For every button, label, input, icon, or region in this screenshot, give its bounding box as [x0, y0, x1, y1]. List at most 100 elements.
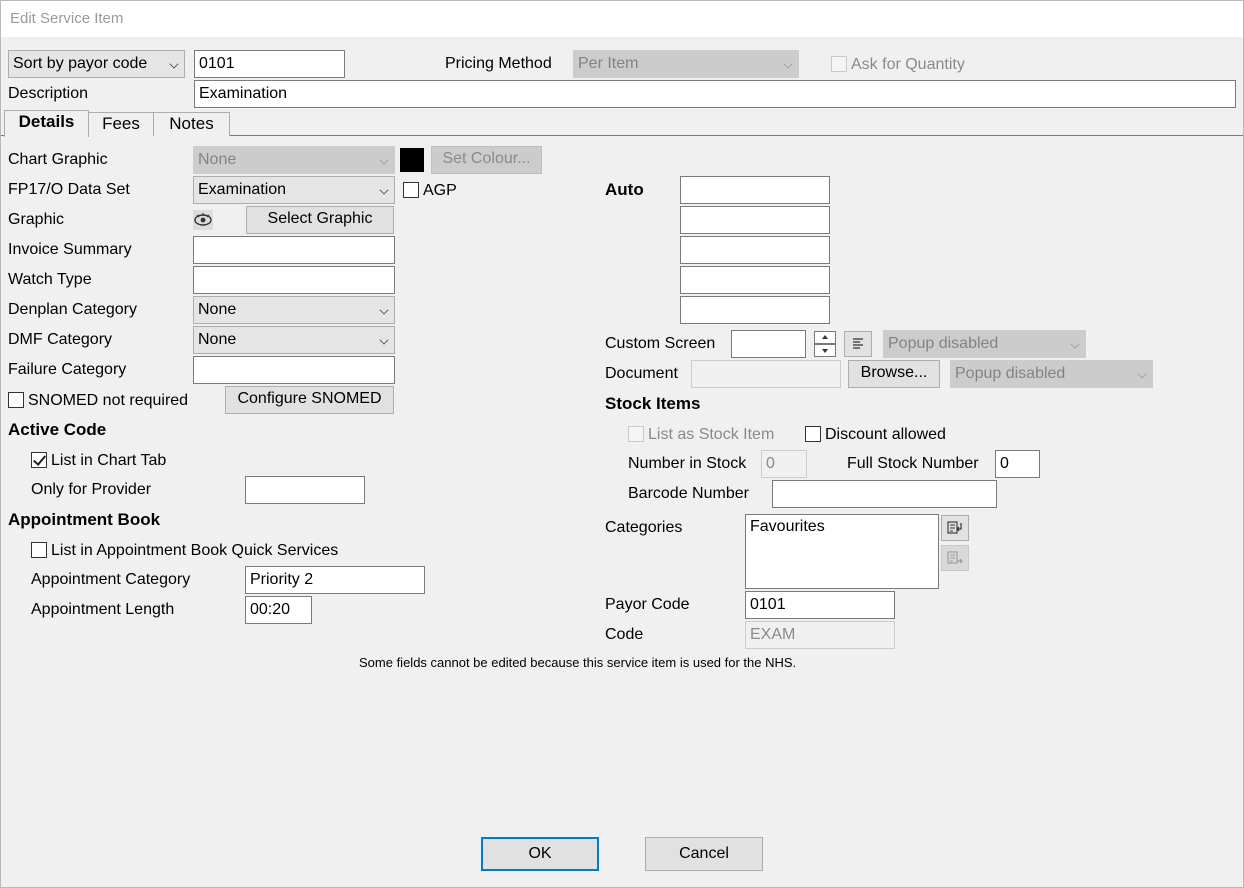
- chevron-down-icon: [1070, 339, 1080, 349]
- chart-graphic-label: Chart Graphic: [8, 151, 108, 168]
- number-in-stock-input[interactable]: 0: [761, 450, 807, 478]
- cancel-button[interactable]: Cancel: [645, 837, 763, 871]
- service-code-input[interactable]: 0101: [194, 50, 345, 78]
- arrow-up-icon: [822, 335, 828, 339]
- list-quick-services-checkbox[interactable]: [31, 542, 47, 558]
- auto-input-3[interactable]: [680, 236, 830, 264]
- fp17-label: FP17/O Data Set: [8, 181, 130, 198]
- tab-notes[interactable]: Notes: [153, 112, 230, 136]
- dmf-category-label: DMF Category: [8, 331, 113, 348]
- list-in-chart-tab-label: List in Chart Tab: [51, 452, 167, 469]
- dmf-category-select[interactable]: None: [193, 326, 395, 354]
- description-label: Description: [8, 85, 89, 102]
- denplan-category-label: Denplan Category: [8, 301, 137, 318]
- chevron-down-icon: [783, 59, 793, 69]
- ask-quantity-checkbox[interactable]: [831, 56, 847, 72]
- custom-screen-label: Custom Screen: [605, 335, 716, 352]
- dmf-category-value: None: [198, 331, 237, 348]
- appointment-book-heading: Appointment Book: [8, 510, 161, 529]
- chevron-down-icon: [379, 155, 389, 165]
- watch-type-label: Watch Type: [8, 271, 92, 288]
- code-label: Code: [605, 626, 644, 643]
- categories-list[interactable]: Favourites: [745, 514, 939, 589]
- description-input[interactable]: Examination: [194, 80, 1236, 108]
- active-code-heading: Active Code: [8, 420, 107, 439]
- chart-graphic-value: None: [198, 151, 237, 168]
- window-title: Edit Service Item: [10, 10, 124, 27]
- appointment-category-input[interactable]: Priority 2: [245, 566, 425, 594]
- list-in-chart-tab-checkbox[interactable]: [31, 452, 47, 468]
- full-stock-number-label: Full Stock Number: [847, 455, 979, 472]
- arrow-down-icon: [822, 349, 828, 353]
- pricing-method-label: Pricing Method: [445, 55, 552, 72]
- only-for-provider-input[interactable]: [245, 476, 365, 504]
- auto-input-5[interactable]: [680, 296, 830, 324]
- appointment-length-input[interactable]: 00:20: [245, 596, 312, 624]
- spin-up-button[interactable]: [814, 331, 836, 344]
- custom-screen-edit-button[interactable]: [844, 331, 872, 357]
- list-as-stock-item-label: List as Stock Item: [648, 426, 775, 443]
- chevron-down-icon: [379, 185, 389, 195]
- list-as-stock-item-checkbox[interactable]: [628, 426, 644, 442]
- payor-code-input[interactable]: 0101: [745, 591, 895, 619]
- add-category-button[interactable]: [941, 515, 969, 541]
- set-colour-button[interactable]: Set Colour...: [431, 146, 542, 174]
- appointment-category-label: Appointment Category: [31, 571, 191, 588]
- agp-checkbox[interactable]: [403, 182, 419, 198]
- code-input[interactable]: EXAM: [745, 621, 895, 649]
- appointment-length-label: Appointment Length: [31, 601, 175, 618]
- stock-items-heading: Stock Items: [605, 394, 701, 413]
- full-stock-number-input[interactable]: 0: [995, 450, 1040, 478]
- auto-input-4[interactable]: [680, 266, 830, 294]
- snomed-not-required-checkbox[interactable]: [8, 392, 24, 408]
- custom-screen-popup-value: Popup disabled: [888, 335, 999, 352]
- invoice-summary-input[interactable]: [193, 236, 395, 264]
- denplan-category-select[interactable]: None: [193, 296, 395, 324]
- remove-category-button[interactable]: [941, 545, 969, 571]
- browse-button[interactable]: Browse...: [848, 360, 940, 388]
- title-bar: Edit Service Item: [0, 0, 1244, 38]
- chevron-down-icon: [379, 335, 389, 345]
- discount-allowed-checkbox[interactable]: [805, 426, 821, 442]
- pricing-method-select[interactable]: Per Item: [573, 50, 799, 78]
- sort-select[interactable]: Sort by payor code: [8, 50, 185, 78]
- spin-down-button[interactable]: [814, 344, 836, 357]
- agp-label: AGP: [423, 182, 457, 199]
- only-for-provider-label: Only for Provider: [31, 481, 152, 498]
- configure-snomed-button[interactable]: Configure SNOMED: [225, 386, 394, 414]
- barcode-number-label: Barcode Number: [628, 485, 749, 502]
- select-graphic-button[interactable]: Select Graphic: [246, 206, 394, 234]
- auto-input-2[interactable]: [680, 206, 830, 234]
- document-popup-value: Popup disabled: [955, 365, 1066, 382]
- failure-category-label: Failure Category: [8, 361, 127, 378]
- fp17-select[interactable]: Examination: [193, 176, 395, 204]
- list-quick-services-label: List in Appointment Book Quick Services: [51, 542, 339, 559]
- denplan-category-value: None: [198, 301, 237, 318]
- list-item[interactable]: Favourites: [750, 518, 934, 536]
- custom-screen-popup-select[interactable]: Popup disabled: [883, 330, 1086, 358]
- custom-screen-input[interactable]: [731, 330, 806, 358]
- chevron-down-icon: [1137, 369, 1147, 379]
- nhs-note: Some fields cannot be edited because thi…: [359, 655, 797, 670]
- auto-input-1[interactable]: [680, 176, 830, 204]
- text-align-icon: [853, 338, 863, 349]
- document-label: Document: [605, 365, 678, 382]
- chevron-down-icon: [379, 305, 389, 315]
- document-input[interactable]: [691, 360, 841, 388]
- tab-fees[interactable]: Fees: [88, 112, 154, 136]
- ok-button[interactable]: OK: [481, 837, 599, 871]
- document-popup-select[interactable]: Popup disabled: [950, 360, 1153, 388]
- pricing-method-value: Per Item: [578, 55, 639, 72]
- barcode-number-input[interactable]: [772, 480, 997, 508]
- discount-allowed-label: Discount allowed: [825, 426, 946, 443]
- eye-icon[interactable]: [193, 210, 213, 230]
- invoice-summary-label: Invoice Summary: [8, 241, 132, 258]
- failure-category-input[interactable]: [193, 356, 395, 384]
- sort-select-value: Sort by payor code: [13, 55, 148, 72]
- ask-quantity-label: Ask for Quantity: [851, 56, 965, 73]
- auto-label: Auto: [605, 180, 644, 199]
- snomed-not-required-label: SNOMED not required: [28, 392, 189, 409]
- chart-graphic-select[interactable]: None: [193, 146, 395, 174]
- tab-details[interactable]: Details: [4, 110, 89, 137]
- watch-type-input[interactable]: [193, 266, 395, 294]
